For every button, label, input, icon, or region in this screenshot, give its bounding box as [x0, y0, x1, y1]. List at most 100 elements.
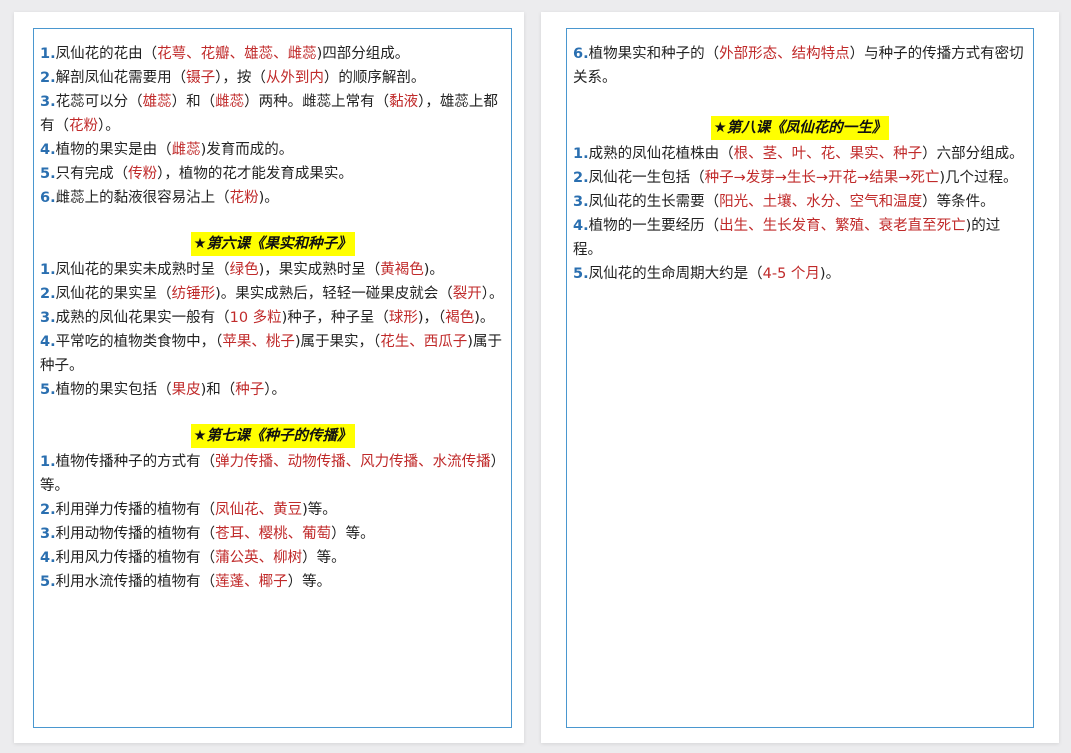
question-text: )。	[258, 190, 279, 206]
answer-text: 阳光、土壤、水分、空气和温度	[719, 194, 923, 210]
list-item: 2.凤仙花一生包括（种子→发芽→生长→开花→结果→死亡)几个过程。	[573, 166, 1027, 190]
question-text: 植物的一生要经历（	[588, 218, 720, 234]
answer-text: 种子	[235, 382, 265, 398]
left-page: 1.凤仙花的花由（花萼、花瓣、雄蕊、雌蕊)四部分组成。 2.解剖凤仙花需要用（镊子…	[14, 12, 524, 743]
answer-text: 黄褐色	[380, 262, 424, 278]
lesson7-continued-list: 6.植物果实和种子的（外部形态、结构特点）与种子的传播方式有密切关系。	[573, 42, 1027, 90]
item-number: 4.	[40, 550, 56, 566]
answer-text: 凤仙花、黄豆	[215, 502, 303, 518]
question-text: 利用水流传播的植物有（	[55, 574, 216, 590]
item-number: 5.	[40, 382, 56, 398]
question-text: 植物的果实是由（	[55, 142, 172, 158]
question-text: )。	[423, 262, 444, 278]
answer-text: 10 多粒	[229, 310, 282, 326]
answer-text: 花生、西瓜子	[380, 334, 468, 350]
answer-text: 4-5 个月	[762, 266, 820, 282]
list-item: 3.花蕊可以分（雄蕊）和（雌蕊）两种。雌蕊上常有（黏液），雄蕊上都有（花粉）。	[40, 90, 505, 138]
question-text: 花蕊可以分（	[55, 94, 143, 110]
right-page-frame: 6.植物果实和种子的（外部形态、结构特点）与种子的传播方式有密切关系。 ★第八课…	[566, 28, 1034, 728]
answer-text: 黏液	[389, 94, 419, 110]
question-text: )几个过程。	[939, 170, 1018, 186]
question-text: )四部分组成。	[316, 46, 410, 62]
answer-text: 雌蕊	[215, 94, 245, 110]
item-number: 3.	[40, 94, 56, 110]
answer-text: 弹力传播、动物传播、风力传播、水流传播	[215, 454, 491, 470]
list-item: 1.凤仙花的花由（花萼、花瓣、雄蕊、雌蕊)四部分组成。	[40, 42, 505, 66]
question-text: ）等。	[331, 526, 375, 542]
question-text: )。果实成熟后，轻轻一碰果皮就会（	[215, 286, 453, 302]
question-text: ）。	[264, 382, 287, 398]
question-text: 植物的果实包括（	[55, 382, 172, 398]
question-text: )。	[474, 310, 495, 326]
list-item: 2.凤仙花的果实呈（纺锤形)。果实成熟后，轻轻一碰果皮就会（裂开）。	[40, 282, 505, 306]
item-number: 2.	[573, 170, 589, 186]
question-text: 凤仙花的生长需要（	[588, 194, 720, 210]
question-text: 成熟的凤仙花植株由（	[588, 146, 734, 162]
left-page-content: 1.凤仙花的花由（花萼、花瓣、雄蕊、雌蕊)四部分组成。 2.解剖凤仙花需要用（镊子…	[34, 29, 511, 594]
question-text: )属于果实，（	[294, 334, 381, 350]
item-number: 1.	[573, 146, 589, 162]
question-text: ）等。	[302, 550, 346, 566]
question-text: )，（	[417, 310, 446, 326]
answer-text: 裂开	[452, 286, 482, 302]
left-page-frame: 1.凤仙花的花由（花萼、花瓣、雄蕊、雌蕊)四部分组成。 2.解剖凤仙花需要用（镊子…	[33, 28, 512, 728]
question-text: ）等。	[287, 574, 332, 590]
item-number: 6.	[40, 190, 56, 206]
lesson7-list: 1.植物传播种子的方式有（弹力传播、动物传播、风力传播、水流传播）等。 2.利用弹…	[40, 450, 505, 594]
answer-text: 雌蕊	[171, 142, 201, 158]
answer-text: 绿色	[229, 262, 259, 278]
answer-text: 花粉	[69, 118, 98, 134]
answer-text: 种子→发芽→生长→开花→结果→死亡	[704, 170, 940, 186]
question-text: )和（	[200, 382, 236, 398]
item-number: 3.	[573, 194, 589, 210]
question-text: 植物传播种子的方式有（	[55, 454, 216, 470]
list-item: 1.成熟的凤仙花植株由（根、茎、叶、花、果实、种子）六部分组成。	[573, 142, 1027, 166]
list-item: 5.只有完成（传粉），植物的花才能发育成果实。	[40, 162, 505, 186]
list-item: 4.利用风力传播的植物有（蒲公英、柳树）等。	[40, 546, 505, 570]
list-item: 5.凤仙花的生命周期大约是（4-5 个月)。	[573, 262, 1027, 286]
answer-text: 莲蓬、椰子	[215, 574, 288, 590]
lesson5-list: 1.凤仙花的花由（花萼、花瓣、雄蕊、雌蕊)四部分组成。 2.解剖凤仙花需要用（镊子…	[40, 42, 505, 210]
answer-text: 苍耳、樱桃、葡萄	[215, 526, 332, 542]
question-text: ）两种。雌蕊上常有（	[244, 94, 390, 110]
question-text: )种子，种子呈（	[281, 310, 389, 326]
list-item: 5.植物的果实包括（果皮)和（种子）。	[40, 378, 505, 402]
list-item: 6.植物果实和种子的（外部形态、结构特点）与种子的传播方式有密切关系。	[573, 42, 1027, 90]
item-number: 2.	[40, 502, 56, 518]
question-text: ）六部分组成。	[922, 146, 1024, 162]
question-text: )，果实成熟时呈（	[258, 262, 381, 278]
question-text: )。	[819, 266, 841, 282]
item-number: 2.	[40, 70, 56, 86]
list-item: 5.利用水流传播的植物有（莲蓬、椰子）等。	[40, 570, 505, 594]
question-text: 凤仙花的生命周期大约是（	[588, 266, 763, 282]
answer-text: 花粉	[229, 190, 259, 206]
answer-text: 蒲公英、柳树	[215, 550, 303, 566]
question-text: 凤仙花一生包括（	[588, 170, 705, 186]
question-text: 凤仙花的花由（	[55, 46, 158, 62]
answer-text: 果皮	[171, 382, 201, 398]
item-number: 4.	[40, 142, 56, 158]
item-number: 4.	[573, 218, 589, 234]
list-item: 1.凤仙花的果实未成熟时呈（绿色)，果实成熟时呈（黄褐色)。	[40, 258, 505, 282]
list-item: 4.平常吃的植物类食物中，（苹果、桃子)属于果实，（花生、西瓜子)属于种子。	[40, 330, 505, 378]
list-item: 3.凤仙花的生长需要（阳光、土壤、水分、空气和温度）等条件。	[573, 190, 1027, 214]
answer-text: 褐色	[445, 310, 475, 326]
lesson7-heading: ★第七课《种子的传播》	[190, 424, 355, 448]
answer-text: 出生、生长发育、繁殖、衰老直至死亡	[719, 218, 966, 234]
question-text: 凤仙花的果实未成熟时呈（	[55, 262, 230, 278]
answer-text: 传粉	[128, 166, 158, 182]
lesson8-heading: ★第八课《凤仙花的一生》	[710, 116, 890, 140]
question-text: )发育而成的。	[200, 142, 294, 158]
list-item: 2.利用弹力传播的植物有（凤仙花、黄豆)等。	[40, 498, 505, 522]
question-text: 凤仙花的果实呈（	[55, 286, 172, 302]
item-number: 3.	[40, 526, 56, 542]
question-text: 雌蕊上的黏液很容易沾上（	[55, 190, 230, 206]
question-text: ）。	[481, 286, 504, 302]
right-page: 6.植物果实和种子的（外部形态、结构特点）与种子的传播方式有密切关系。 ★第八课…	[541, 12, 1059, 743]
list-item: 1.植物传播种子的方式有（弹力传播、动物传播、风力传播、水流传播）等。	[40, 450, 505, 498]
list-item: 3.利用动物传播的植物有（苍耳、樱桃、葡萄）等。	[40, 522, 505, 546]
item-number: 5.	[40, 166, 56, 182]
list-item: 3.成熟的凤仙花果实一般有（10 多粒)种子，种子呈（球形)，（褐色)。	[40, 306, 505, 330]
item-number: 5.	[40, 574, 56, 590]
question-text: ）等条件。	[922, 194, 995, 210]
